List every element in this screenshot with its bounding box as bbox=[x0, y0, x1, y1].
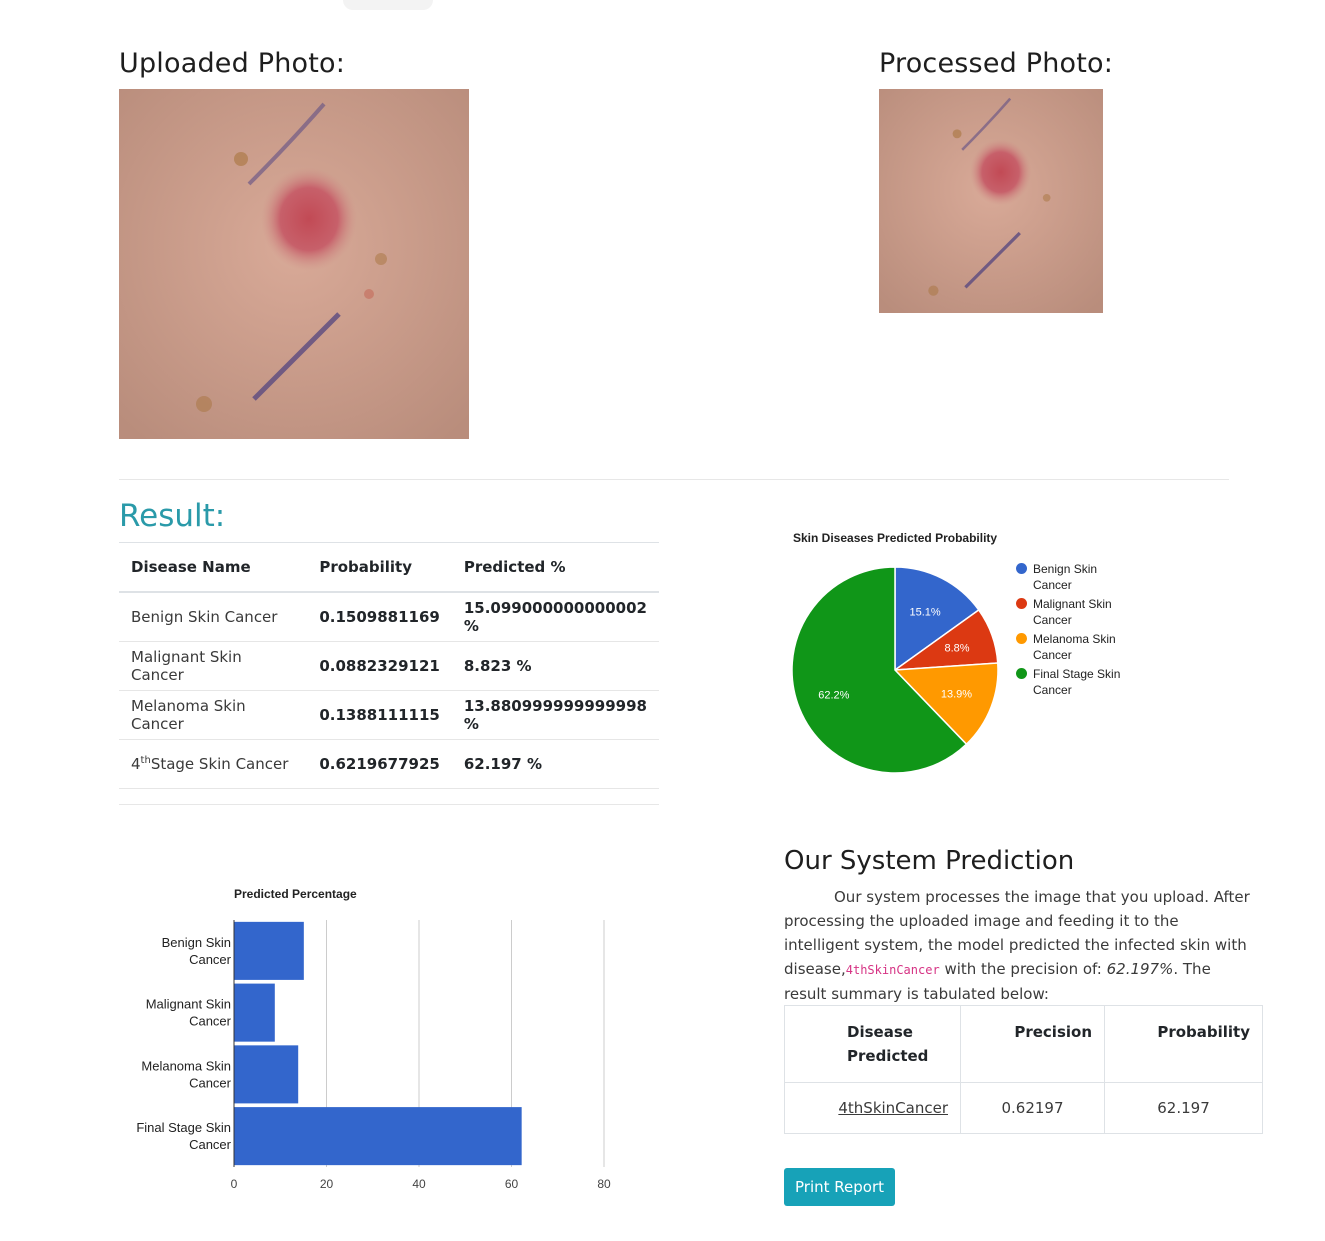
precision-cell: 0.62197 bbox=[960, 1082, 1105, 1134]
result-table: Disease Name Probability Predicted % Ben… bbox=[119, 542, 659, 789]
pie-legend: Benign Skin Cancer Malignant Skin Cancer M… bbox=[1016, 561, 1123, 701]
bar bbox=[234, 1107, 522, 1166]
table-row: Benign Skin Cancer 0.1509881169 15.09900… bbox=[119, 592, 659, 642]
x-tick-label: 40 bbox=[412, 1177, 426, 1191]
top-tab-remnant bbox=[343, 0, 433, 10]
disease-name: 4thStage Skin Cancer bbox=[119, 739, 308, 789]
bar bbox=[234, 983, 275, 1042]
disease-predicted-cell: 4thSkinCancer bbox=[784, 1082, 961, 1134]
disease-name: Melanoma Skin Cancer bbox=[119, 690, 308, 740]
legend-swatch bbox=[1016, 598, 1027, 609]
pie-legend-item: Benign Skin Cancer bbox=[1016, 561, 1123, 593]
legend-label: Final Stage Skin Cancer bbox=[1033, 667, 1121, 697]
predicted-value: 8.823 % bbox=[451, 641, 659, 691]
pie-data-label: 13.9% bbox=[941, 689, 972, 701]
legend-swatch bbox=[1016, 668, 1027, 679]
bar bbox=[234, 1045, 299, 1104]
legend-swatch bbox=[1016, 633, 1027, 644]
y-category-label: Final Stage Skin Cancer bbox=[136, 1120, 231, 1152]
probability-value: 0.1388111115 bbox=[307, 690, 452, 740]
table-row: 4thSkinCancer 0.62197 62.197 bbox=[784, 1082, 1263, 1134]
pie-data-label: 8.8% bbox=[944, 643, 969, 655]
pie-legend-item: Malignant Skin Cancer bbox=[1016, 596, 1123, 628]
pie-chart-title: Skin Diseases Predicted Probability bbox=[793, 531, 998, 545]
result-table-bottom-rule bbox=[119, 804, 659, 805]
col-probability: Probability bbox=[1104, 1005, 1263, 1083]
predicted-value: 13.880999999999998 % bbox=[451, 690, 659, 740]
uploaded-photo bbox=[119, 89, 469, 439]
col-disease-name: Disease Name bbox=[119, 542, 308, 593]
legend-label: Benign Skin Cancer bbox=[1033, 562, 1098, 592]
table-row: 4thStage Skin Cancer 0.6219677925 62.197… bbox=[119, 739, 659, 789]
predicted-value: 62.197 % bbox=[451, 739, 659, 789]
x-tick-label: 20 bbox=[320, 1177, 334, 1191]
system-prediction-text: Our system processes the image that you … bbox=[784, 888, 1250, 1003]
bar-chart-title: Predicted Percentage bbox=[234, 887, 357, 901]
print-report-button[interactable]: Print Report bbox=[784, 1168, 895, 1206]
uploaded-photo-title: Uploaded Photo: bbox=[119, 48, 346, 79]
y-category-label: Benign Skin Cancer bbox=[162, 935, 232, 967]
result-title: Result: bbox=[119, 498, 226, 534]
table-row: Melanoma Skin Cancer 0.1388111115 13.880… bbox=[119, 690, 659, 740]
probability-value: 0.0882329121 bbox=[307, 641, 452, 691]
col-probability: Probability bbox=[307, 542, 452, 593]
col-predicted: Predicted % bbox=[451, 542, 659, 593]
processed-photo bbox=[879, 89, 1103, 313]
disease-predicted-link[interactable]: 4thSkinCancer bbox=[838, 1099, 948, 1117]
section-divider bbox=[119, 479, 1229, 480]
pie-data-label: 62.2% bbox=[818, 690, 849, 702]
legend-swatch bbox=[1016, 563, 1027, 574]
legend-label: Malignant Skin Cancer bbox=[1033, 597, 1112, 627]
pie-legend-item: Final Stage Skin Cancer bbox=[1016, 666, 1123, 698]
y-category-label: Malignant Skin Cancer bbox=[146, 997, 232, 1029]
x-tick-label: 0 bbox=[231, 1177, 238, 1191]
col-precision: Precision bbox=[960, 1005, 1105, 1083]
pie-data-label: 15.1% bbox=[910, 606, 941, 618]
legend-label: Melanoma Skin Cancer bbox=[1033, 632, 1116, 662]
processed-photo-title: Processed Photo: bbox=[879, 48, 1114, 79]
probability-value: 0.6219677925 bbox=[307, 739, 452, 789]
col-disease-predicted: Disease Predicted bbox=[784, 1005, 961, 1083]
bar bbox=[234, 921, 304, 980]
pie-legend-item: Melanoma Skin Cancer bbox=[1016, 631, 1123, 663]
system-prediction-title: Our System Prediction bbox=[784, 846, 1075, 876]
probability-value: 0.1509881169 bbox=[307, 592, 452, 642]
predicted-value: 15.099000000000002 % bbox=[451, 592, 659, 642]
disease-name: Benign Skin Cancer bbox=[119, 592, 308, 642]
disease-name: Malignant Skin Cancer bbox=[119, 641, 308, 691]
x-tick-label: 80 bbox=[597, 1177, 611, 1191]
bar-chart: 0 20 40 60 80 Benign Skin Cancer Malignant Skin… bbox=[136, 920, 611, 1191]
probability-cell: 62.197 bbox=[1104, 1082, 1263, 1134]
table-row: Malignant Skin Cancer 0.0882329121 8.823… bbox=[119, 641, 659, 691]
pie-chart: 15.1% 8.8% 13.9% 62.2% bbox=[791, 566, 999, 774]
y-category-label: Melanoma Skin Cancer bbox=[141, 1058, 231, 1090]
x-tick-label: 60 bbox=[505, 1177, 519, 1191]
summary-table: Disease Predicted Precision Probability … bbox=[784, 1005, 1263, 1134]
predicted-disease-code: 4thSkinCancer bbox=[845, 963, 940, 977]
